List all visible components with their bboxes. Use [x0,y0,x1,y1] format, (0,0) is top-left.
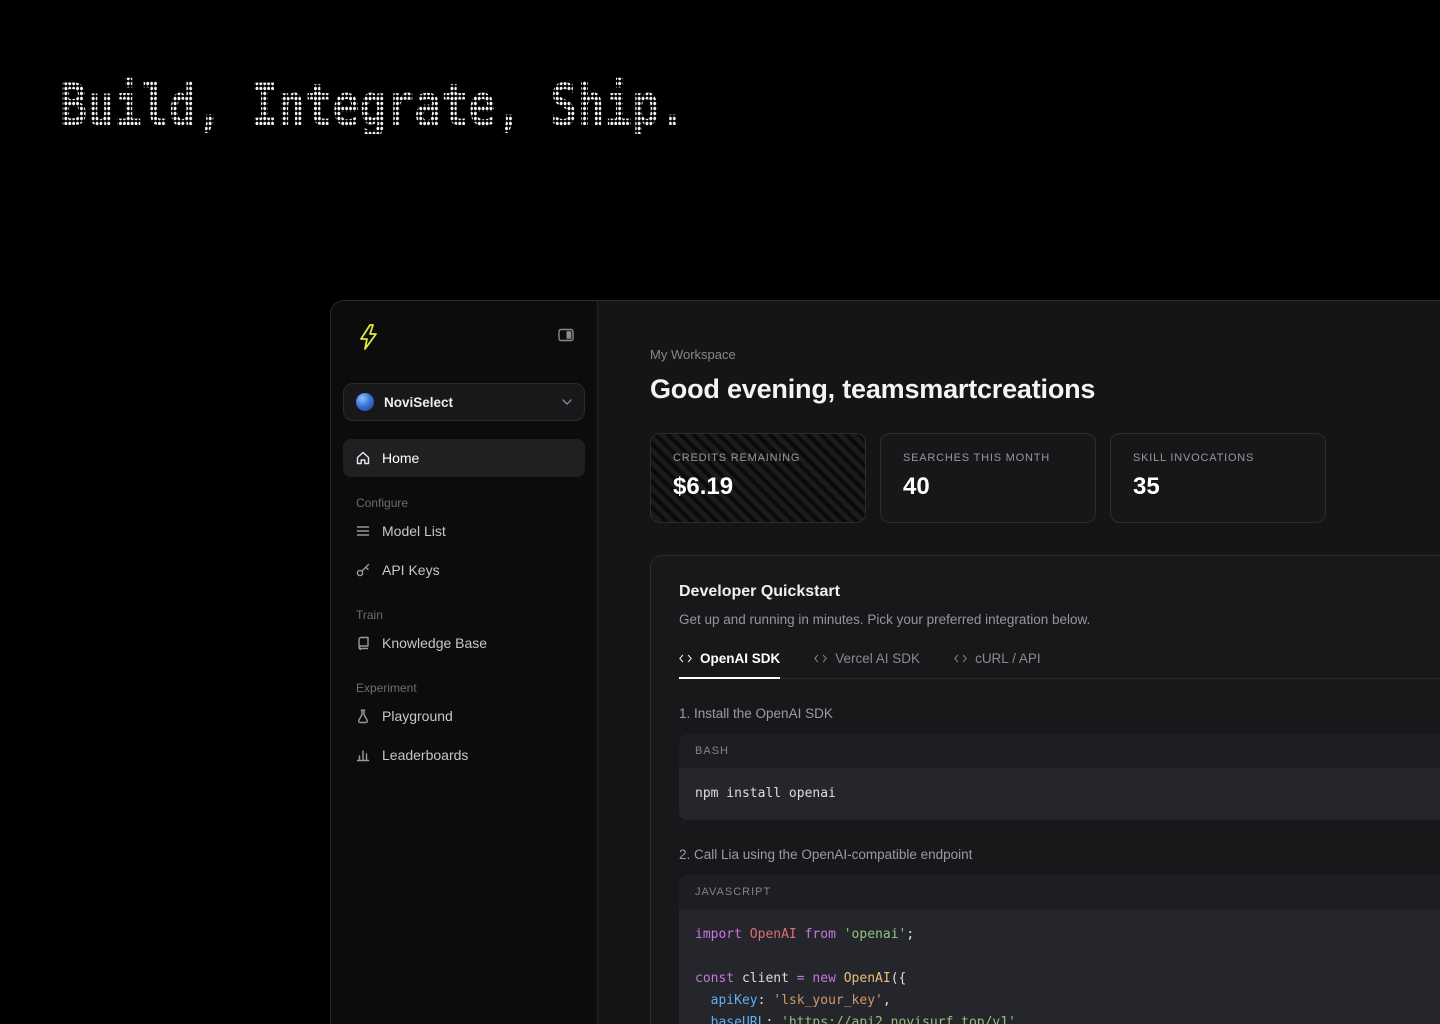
book-icon [355,635,371,651]
sidebar-item-leaderboards[interactable]: Leaderboards [331,735,597,774]
quickstart-step-1: 1. Install the OpenAI SDK [679,705,1440,722]
sidebar-item-label: API Keys [382,562,440,578]
section-label-experiment: Experiment [356,680,597,696]
quickstart-card: Developer Quickstart Get up and running … [650,555,1440,1024]
stat-label: SEARCHES THIS MONTH [903,452,1073,464]
tab-openai-sdk[interactable]: OpenAI SDK [679,651,780,678]
workspace-avatar [356,393,374,411]
sidebar-item-knowledge-base[interactable]: Knowledge Base [331,623,597,662]
section-label-train: Train [356,607,597,623]
code-icon [954,654,967,663]
sidebar-item-home[interactable]: Home [343,439,585,477]
stat-card-skill-invocations: SKILL INVOCATIONS 35 [1110,433,1326,523]
bash-code: npm install openai [679,768,1440,820]
bash-code-block: BASH npm install openai [679,734,1440,820]
stat-value: $6.19 [673,473,843,501]
breadcrumb: My Workspace [650,347,1440,363]
sidebar-item-label: Knowledge Base [382,635,487,651]
stat-card-credits-remaining: CREDITS REMAINING $6.19 [650,433,866,523]
sidebar-item-label: Leaderboards [382,747,468,763]
stat-value: 35 [1133,473,1303,501]
sidebar-item-label: Home [382,450,419,466]
home-icon [355,450,371,466]
tab-label: cURL / API [975,651,1041,666]
tab-label: Vercel AI SDK [835,651,920,666]
js-code: import OpenAI from 'openai'; const clien… [679,909,1440,1024]
quickstart-tabs: OpenAI SDK Vercel AI SDK cURL / API [679,651,1440,679]
code-block-language: JAVASCRIPT [679,875,1440,909]
sidebar-header [331,301,597,351]
stats-row: CREDITS REMAINING $6.19 SEARCHES THIS MO… [650,433,1440,523]
app-window: NoviSelect Home Configure [330,300,1440,1024]
sidebar-collapse-icon[interactable] [557,326,575,349]
sidebar-item-label: Model List [382,523,446,539]
sidebar-item-api-keys[interactable]: API Keys [331,550,597,589]
stat-value: 40 [903,473,1073,501]
code-block-language: BASH [679,734,1440,768]
hero-title: Build, Integrate, Ship. [60,76,686,134]
page-title: Good evening, teamsmartcreations [650,371,1440,407]
workspace-name: NoviSelect [384,395,453,410]
chevron-down-icon [562,399,572,405]
tab-label: OpenAI SDK [700,651,780,666]
sidebar-item-playground[interactable]: Playground [331,696,597,735]
js-code-block: JAVASCRIPT import OpenAI from 'openai'; … [679,875,1440,1024]
quickstart-subtitle: Get up and running in minutes. Pick your… [679,611,1440,629]
flask-icon [355,708,371,724]
section-label-configure: Configure [356,495,597,511]
code-icon [814,654,827,663]
quickstart-title: Developer Quickstart [679,582,1440,602]
list-icon [355,523,371,539]
sidebar: NoviSelect Home Configure [331,301,598,1024]
stat-label: SKILL INVOCATIONS [1133,452,1303,464]
logo-lightning-icon [356,323,380,351]
sidebar-item-model-list[interactable]: Model List [331,511,597,550]
quickstart-step-2: 2. Call Lia using the OpenAI-compatible … [679,846,1440,863]
code-text: npm install openai [695,786,836,801]
stat-card-searches-this-month: SEARCHES THIS MONTH 40 [880,433,1096,523]
stat-label: CREDITS REMAINING [673,452,843,464]
bar-chart-icon [355,747,371,763]
key-icon [355,562,371,578]
tab-curl-api[interactable]: cURL / API [954,651,1041,678]
code-icon [679,654,692,663]
tab-vercel-ai-sdk[interactable]: Vercel AI SDK [814,651,920,678]
main-content: My Workspace Good evening, teamsmartcrea… [598,301,1440,1024]
sidebar-item-label: Playground [382,708,453,724]
workspace-selector[interactable]: NoviSelect [343,383,585,421]
